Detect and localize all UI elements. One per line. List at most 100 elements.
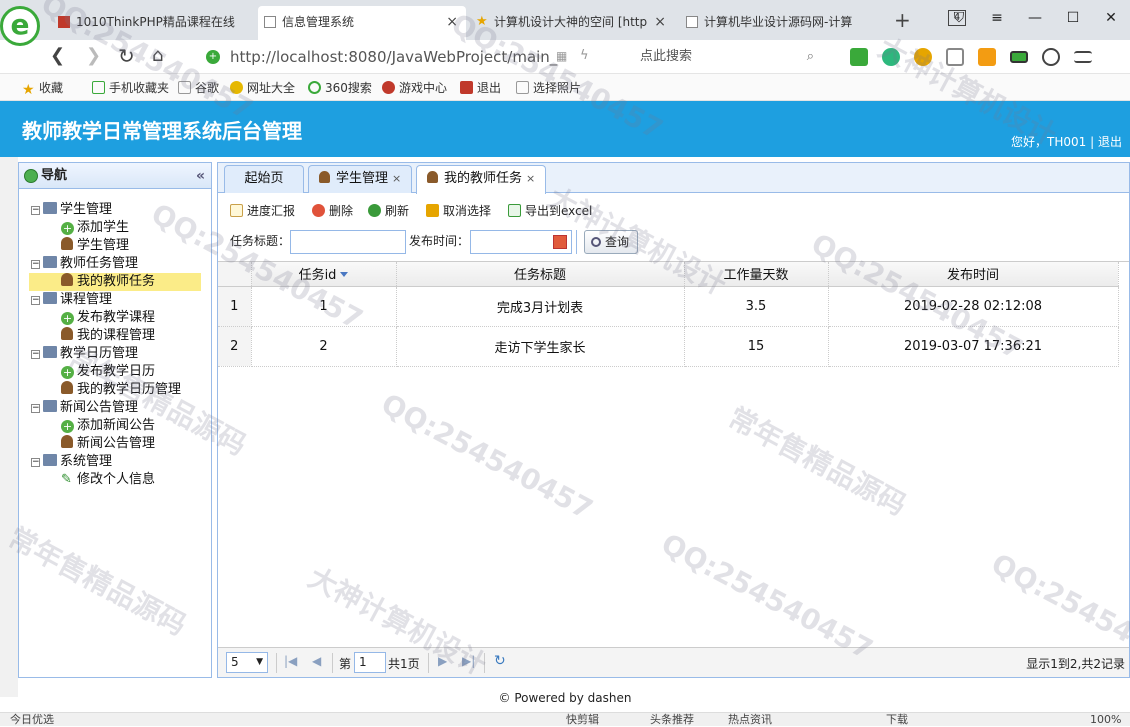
logout-link[interactable]: 退出	[1098, 135, 1122, 149]
home-icon[interactable]: ⌂	[152, 44, 163, 68]
expand-toggle-icon[interactable]: −	[31, 350, 40, 359]
column-header-publish-time[interactable]: 发布时间	[828, 262, 1119, 287]
bookmark-exit[interactable]: 退出	[460, 79, 501, 96]
expand-toggle-icon[interactable]: −	[31, 260, 40, 269]
close-tab-icon[interactable]: ×	[526, 172, 535, 185]
table-row[interactable]: 1 1 完成3月计划表 3.5 2019-02-28 02:12:08	[218, 286, 1119, 327]
page-number-input[interactable]: 1	[354, 652, 386, 673]
bookmark-games[interactable]: 游戏中心	[382, 79, 447, 96]
table-row[interactable]: 2 2 走访下学生家长 15 2019-03-07 17:36:21	[218, 326, 1119, 367]
coupon-icon[interactable]	[914, 48, 932, 66]
expand-toggle-icon[interactable]: −	[31, 206, 40, 215]
collapse-icon[interactable]: «	[196, 163, 205, 189]
tab-start-page[interactable]: 起始页	[224, 165, 304, 193]
prev-page-icon[interactable]: ◀	[312, 654, 321, 668]
menu-icon[interactable]	[1074, 51, 1092, 63]
back-icon[interactable]: ❮	[50, 44, 65, 68]
chat-icon[interactable]	[946, 48, 964, 66]
menu-icon[interactable]: ≡	[978, 0, 1016, 36]
user-icon	[61, 381, 73, 394]
reload-icon[interactable]: ↻	[494, 653, 506, 669]
status-headline[interactable]: 头条推荐	[650, 713, 694, 727]
translate-icon[interactable]	[882, 48, 900, 66]
tree-group-calendar[interactable]: − 教学日历管理	[31, 345, 138, 363]
tab-my-teacher-task[interactable]: 我的教师任务 ×	[416, 165, 547, 194]
reload-icon[interactable]: ↻	[118, 44, 135, 68]
qrcode-icon[interactable]: ▦	[556, 49, 567, 63]
expand-toggle-icon[interactable]: −	[31, 404, 40, 413]
bookmark-google[interactable]: 谷歌	[178, 79, 219, 96]
close-tab-icon[interactable]: ×	[446, 6, 458, 38]
page-size-select[interactable]: 5 ▼	[226, 652, 268, 673]
tree-item-student-manage[interactable]: 学生管理	[61, 237, 129, 255]
user-icon	[61, 435, 73, 448]
tree-group-teacher-task[interactable]: − 教师任务管理	[31, 255, 138, 273]
calendar-icon[interactable]	[553, 235, 567, 249]
column-header-task-id[interactable]: 任务id	[251, 262, 397, 287]
browser-tab-designer-space[interactable]: ★ 计算机设计大神的空间 [http ×	[470, 6, 674, 40]
undo-icon[interactable]	[1042, 48, 1060, 66]
minimize-icon[interactable]: —	[1016, 0, 1054, 36]
tree-item-edit-profile[interactable]: ✎ 修改个人信息	[61, 471, 155, 489]
maximize-icon[interactable]: ☐	[1054, 0, 1092, 36]
tree-item-add-student[interactable]: + 添加学生	[61, 219, 129, 237]
bookmark-url-guide[interactable]: 网址大全	[230, 79, 295, 96]
tab-student-manage[interactable]: 学生管理 ×	[308, 165, 413, 193]
tree-group-course[interactable]: − 课程管理	[31, 291, 112, 309]
tree-item-my-calendar[interactable]: 我的教学日历管理	[61, 381, 181, 399]
tree-item-news-manage[interactable]: 新闻公告管理	[61, 435, 155, 453]
expand-toggle-icon[interactable]: −	[31, 296, 40, 305]
bookmark-mobile[interactable]: 手机收藏夹	[92, 79, 169, 96]
column-header-task-title[interactable]: 任务标题	[396, 262, 685, 287]
status-download[interactable]: 下载	[886, 713, 908, 727]
scissors-icon[interactable]	[850, 48, 868, 66]
close-window-icon[interactable]: ✕	[1092, 0, 1130, 36]
browser-tab-info-system[interactable]: 信息管理系统 ×	[258, 6, 466, 40]
browser-tab-source-code[interactable]: 计算机毕业设计源码网-计算	[680, 6, 876, 40]
browser-tab-thinkphp[interactable]: 1010ThinkPHP精品课程在线	[52, 6, 252, 40]
tree-item-my-teacher-task[interactable]: 我的教师任务	[29, 273, 201, 291]
tree-group-news[interactable]: − 新闻公告管理	[31, 399, 138, 417]
tree-item-add-news[interactable]: + 添加新闻公告	[61, 417, 155, 435]
next-page-icon[interactable]: ▶	[438, 654, 447, 668]
close-tab-icon[interactable]: ×	[654, 6, 666, 38]
bookmark-360-search[interactable]: 360搜索	[308, 79, 372, 96]
status-hot-news[interactable]: 热点资讯	[728, 713, 772, 727]
tree-item-publish-course[interactable]: + 发布教学课程	[61, 309, 155, 327]
bookmark-select-photo[interactable]: 选择照片	[516, 79, 581, 96]
page-total-label: 共1页	[388, 657, 420, 671]
game-icon	[382, 81, 395, 94]
delete-button[interactable]: 删除	[312, 201, 353, 221]
battery-icon[interactable]	[1010, 51, 1028, 63]
apps-icon[interactable]	[978, 48, 996, 66]
lightning-icon[interactable]: ϟ	[580, 48, 589, 63]
browser-logo-icon[interactable]: e	[0, 6, 40, 46]
query-button[interactable]: 查询	[584, 230, 638, 254]
search-input[interactable]: 点此搜索 ⌕	[630, 45, 820, 69]
tree-item-publish-calendar[interactable]: + 发布教学日历	[61, 363, 155, 381]
tree-item-my-course[interactable]: 我的课程管理	[61, 327, 155, 345]
tree-group-student[interactable]: − 学生管理	[31, 201, 112, 219]
export-excel-button[interactable]: 导出到excel	[508, 201, 592, 221]
status-today-pick[interactable]: 今日优选	[10, 713, 54, 727]
task-title-input[interactable]	[290, 230, 406, 254]
refresh-icon	[368, 204, 381, 217]
page-icon	[178, 81, 191, 94]
last-page-icon[interactable]: ▶|	[462, 654, 475, 668]
new-tab-button[interactable]: +	[894, 8, 911, 32]
publish-time-input[interactable]	[470, 230, 572, 254]
first-page-icon[interactable]: |◀	[284, 654, 297, 668]
forward-icon[interactable]: ❯	[86, 44, 101, 68]
bookmark-favorites[interactable]: ★ 收藏	[22, 79, 63, 98]
zoom-level[interactable]: 100%	[1090, 713, 1121, 727]
tree-group-system[interactable]: − 系统管理	[31, 453, 112, 471]
expand-toggle-icon[interactable]: −	[31, 458, 40, 467]
search-icon[interactable]: ⌕	[807, 45, 814, 69]
refresh-button[interactable]: 刷新	[368, 201, 409, 221]
cancel-select-button[interactable]: 取消选择	[426, 201, 491, 221]
progress-report-button[interactable]: 进度汇报	[230, 201, 295, 221]
skin-icon[interactable]: ⛉	[940, 0, 978, 36]
column-header-work-days[interactable]: 工作量天数	[684, 262, 829, 287]
status-quick-cut[interactable]: 快剪辑	[566, 713, 599, 727]
close-tab-icon[interactable]: ×	[392, 172, 401, 185]
